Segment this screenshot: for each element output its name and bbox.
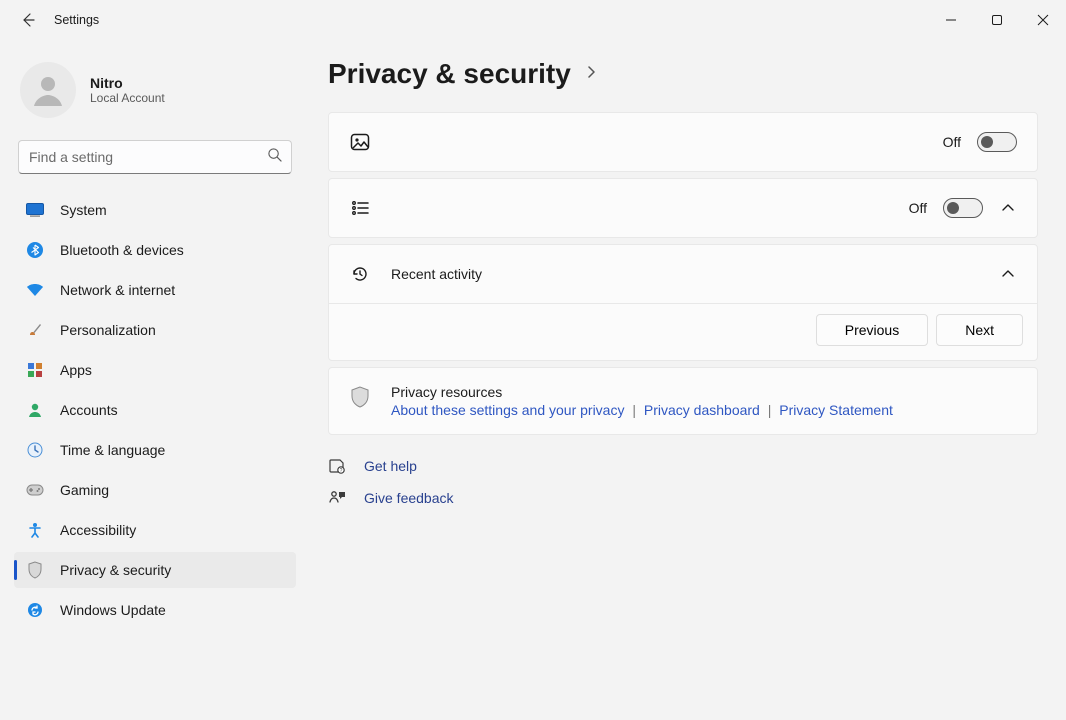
person-icon [26,401,44,419]
link-about-settings[interactable]: About these settings and your privacy [391,402,624,418]
separator: | [768,402,772,418]
wifi-icon [26,281,44,299]
sidebar-item-gaming[interactable]: Gaming [14,472,296,508]
sidebar-item-network[interactable]: Network & internet [14,272,296,308]
next-button[interactable]: Next [936,314,1023,346]
sidebar-item-label: Apps [60,362,92,378]
sidebar-item-label: Network & internet [60,282,175,298]
chevron-right-icon [585,65,597,83]
sidebar-item-system[interactable]: System [14,192,296,228]
chevron-up-icon[interactable] [999,265,1017,283]
link-privacy-dashboard[interactable]: Privacy dashboard [644,402,760,418]
back-button[interactable] [20,12,36,28]
get-help-link[interactable]: ? Get help [328,457,1038,475]
svg-text:?: ? [340,468,343,474]
brush-icon [26,321,44,339]
main-content: Privacy & security Off [310,40,1066,720]
give-feedback-link[interactable]: Give feedback [328,489,1038,507]
recent-activity-card: Recent activity Previous Next [328,244,1038,361]
profile-subtitle: Local Account [90,91,165,105]
toggle-state: Off [909,200,927,216]
chevron-up-icon[interactable] [999,199,1017,217]
profile-block[interactable]: Nitro Local Account [14,52,296,134]
maximize-button[interactable] [974,0,1020,40]
history-icon [349,263,371,285]
profile-name: Nitro [90,75,165,91]
close-button[interactable] [1020,0,1066,40]
toggle-switch[interactable] [977,132,1017,152]
sidebar-item-label: Privacy & security [60,562,171,578]
sidebar-item-bluetooth[interactable]: Bluetooth & devices [14,232,296,268]
app-title: Settings [54,13,99,27]
gamepad-icon [26,481,44,499]
sidebar-item-label: Personalization [60,322,156,338]
toggle-state: Off [943,134,961,150]
sidebar-item-accounts[interactable]: Accounts [14,392,296,428]
recent-activity-label: Recent activity [391,266,979,282]
title-bar: Settings [0,0,1066,40]
sidebar-item-label: Accessibility [60,522,136,538]
previous-button[interactable]: Previous [816,314,928,346]
recent-activity-header[interactable]: Recent activity [329,245,1037,303]
sidebar-item-label: Time & language [60,442,165,458]
sidebar-item-label: System [60,202,107,218]
sidebar-item-privacy[interactable]: Privacy & security [14,552,296,588]
minimize-button[interactable] [928,0,974,40]
breadcrumb[interactable]: Privacy & security [328,58,1038,90]
clock-icon [26,441,44,459]
update-icon [26,601,44,619]
sidebar-item-accessibility[interactable]: Accessibility [14,512,296,548]
sidebar-item-update[interactable]: Windows Update [14,592,296,628]
setting-card-1: Off [328,112,1038,172]
get-help-label: Get help [364,458,417,474]
accessibility-icon [26,521,44,539]
resources-title: Privacy resources [391,384,893,400]
shield-icon [26,561,44,579]
sidebar-item-label: Windows Update [60,602,166,618]
bluetooth-icon [26,241,44,259]
privacy-resources-card: Privacy resources About these settings a… [328,367,1038,435]
image-icon [349,131,371,153]
sidebar: Nitro Local Account System Bluetooth & d… [0,40,310,720]
feedback-icon [328,489,346,507]
apps-icon [26,361,44,379]
list-icon [349,197,371,219]
avatar-icon [20,62,76,118]
search-icon [267,147,282,167]
sidebar-item-label: Accounts [60,402,118,418]
shield-icon [349,386,371,408]
help-icon: ? [328,457,346,475]
give-feedback-label: Give feedback [364,490,454,506]
page-title: Privacy & security [328,58,571,90]
system-icon [26,201,44,219]
toggle-switch[interactable] [943,198,983,218]
sidebar-item-apps[interactable]: Apps [14,352,296,388]
search-input[interactable] [18,140,292,174]
separator: | [632,402,636,418]
setting-card-2: Off [328,178,1038,238]
sidebar-item-label: Bluetooth & devices [60,242,184,258]
sidebar-item-time[interactable]: Time & language [14,432,296,468]
sidebar-item-label: Gaming [60,482,109,498]
sidebar-item-personalization[interactable]: Personalization [14,312,296,348]
link-privacy-statement[interactable]: Privacy Statement [779,402,893,418]
